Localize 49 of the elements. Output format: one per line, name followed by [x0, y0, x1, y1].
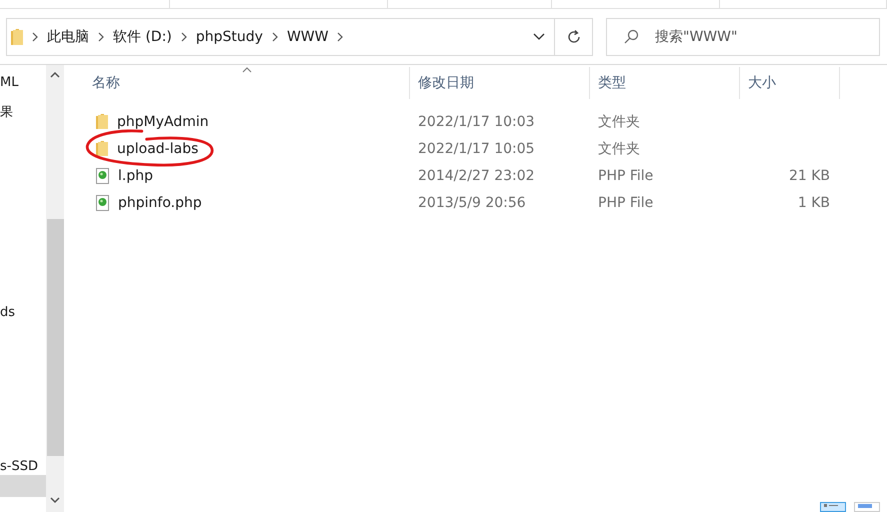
details-view-button[interactable] [820, 502, 846, 512]
list-lines-icon [824, 504, 838, 508]
column-header[interactable]: 大小 [740, 67, 840, 99]
modified-date: 2013/5/9 20:56 [417, 194, 527, 210]
tile-icon [858, 504, 872, 508]
column-header[interactable]: 名称 [64, 67, 410, 99]
column-header[interactable]: 类型 [590, 67, 740, 99]
file-type: PHP File [597, 194, 654, 210]
file-name[interactable]: phpinfo.php [118, 194, 202, 210]
chevron-right-icon [336, 32, 344, 42]
file-name[interactable]: upload-labs [117, 140, 198, 156]
address-bar[interactable]: 此电脑 软件 (D:) phpStudy WWW [6, 18, 593, 56]
nav-item[interactable]: ds [0, 301, 46, 323]
search-field[interactable]: 搜索"WWW" [606, 18, 880, 56]
breadcrumb-item[interactable]: phpStudy [196, 28, 263, 44]
chevron-right-icon [270, 32, 279, 42]
breadcrumb-item[interactable]: WWW [286, 28, 328, 44]
file-size: 1 KB [796, 194, 831, 210]
folder-icon [96, 141, 108, 156]
chevron-right-icon [31, 32, 39, 42]
breadcrumb-item[interactable]: 此电脑 [47, 28, 89, 46]
scroll-up-icon[interactable] [50, 71, 60, 79]
nav-item[interactable]: 果 [0, 101, 46, 123]
file-type: 文件夹 [597, 140, 641, 158]
column-header[interactable]: 修改日期 [410, 67, 590, 99]
file-name[interactable]: phpMyAdmin [117, 114, 209, 130]
search-input[interactable]: 搜索"WWW" [653, 28, 879, 46]
folder-icon [11, 28, 23, 44]
breadcrumb-item[interactable]: 软件 (D:) [113, 28, 172, 46]
file-type: PHP File [597, 168, 654, 184]
refresh-icon [566, 28, 582, 44]
folder-icon [96, 114, 108, 129]
scrollbar[interactable] [46, 65, 64, 512]
chevron-right-icon [97, 32, 105, 42]
scroll-down-icon[interactable] [50, 496, 60, 504]
nav-item[interactable]: s-SSD [0, 455, 46, 477]
modified-date: 2022/1/17 10:05 [417, 140, 536, 156]
file-name[interactable]: l.php [118, 168, 153, 184]
file-size: 21 KB [788, 168, 831, 184]
php-file-icon [96, 194, 109, 210]
modified-date: 2022/1/17 10:03 [417, 114, 536, 130]
tiles-view-button[interactable] [854, 502, 880, 512]
chevron-right-icon [180, 32, 188, 42]
chevron-down-icon [533, 32, 545, 40]
file-type: 文件夹 [597, 112, 641, 130]
modified-date: 2014/2/27 23:02 [417, 168, 536, 184]
php-file-icon [96, 168, 109, 184]
nav-item[interactable]: ML [0, 71, 46, 93]
search-icon [623, 28, 639, 44]
